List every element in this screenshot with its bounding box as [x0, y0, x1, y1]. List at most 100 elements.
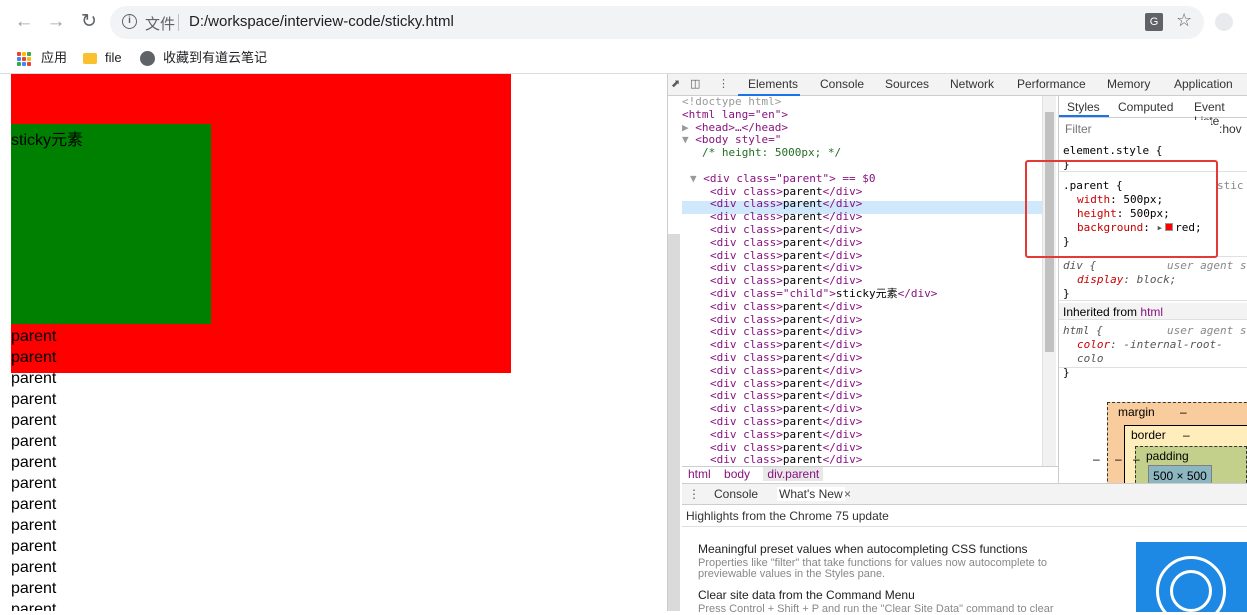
dom-token: <div class> [710, 376, 783, 390]
inspect-element-icon[interactable]: ⬈ [671, 77, 680, 90]
reload-icon[interactable]: ↻ [78, 11, 100, 33]
html-ua-rule[interactable]: html { user agent s color: -internal-root… [1059, 322, 1247, 379]
html-selector: html { [1063, 324, 1103, 337]
parent-rule-source[interactable]: stic [1217, 179, 1244, 193]
dom-token: </div> [822, 222, 863, 236]
sticky-child-text: sticky元素 [11, 132, 84, 149]
dom-doctype[interactable]: <!doctype html> [682, 96, 1042, 109]
dom-token: </div> [822, 197, 863, 211]
breadcrumb-div-parent[interactable]: div.parent [763, 467, 824, 481]
drawer-menu-icon[interactable]: ⋮ [688, 487, 700, 501]
dom-scrollbar[interactable] [1042, 96, 1056, 466]
tab-application[interactable]: Application [1174, 77, 1233, 91]
expand-triangle-icon[interactable]: ▶ [682, 121, 695, 134]
dom-token: parent [782, 274, 823, 288]
box-model-margin[interactable]: margin – border – padding 500 × 500 – [1107, 402, 1247, 483]
extension-icon[interactable] [1215, 13, 1233, 31]
bookmark-file[interactable]: file [83, 47, 122, 69]
drawer-tab-whats-new[interactable]: What's New [777, 487, 845, 501]
tab-performance[interactable]: Performance [1017, 77, 1086, 91]
dom-head-text: <head>…</head> [695, 120, 788, 134]
dom-token: sticky元素 [835, 286, 898, 300]
forward-arrow-icon[interactable]: → [45, 11, 67, 33]
dom-token: </div> [822, 453, 863, 466]
dom-token: </div> [822, 312, 863, 326]
breadcrumb-html[interactable]: html [688, 467, 711, 481]
dom-token: parent [782, 235, 823, 249]
dom-token: parent [782, 389, 823, 403]
dom-token: </div> [822, 235, 863, 249]
tab-sources[interactable]: Sources [885, 77, 929, 91]
whats-new-heading: Highlights from the Chrome 75 update [682, 505, 1247, 527]
info-icon[interactable]: i [122, 14, 137, 29]
styles-filter-input[interactable]: Filter [1061, 120, 1211, 138]
news-item-title[interactable]: Meaningful preset values when autocomple… [698, 542, 1028, 556]
html-rule-close: } [1063, 366, 1070, 379]
dom-token: </div> [822, 376, 863, 390]
prop-color: color: -internal-root-colo [1077, 338, 1223, 365]
dom-token: parent [782, 312, 823, 326]
box-model: margin – border – padding 500 × 500 – – … [1059, 392, 1247, 483]
dom-token: <div class> [710, 299, 783, 313]
tab-console[interactable]: Console [820, 77, 864, 91]
dom-token: <div class> [710, 197, 783, 211]
dom-token: <div class> [710, 427, 783, 441]
dom-token: <div class> [710, 440, 783, 454]
dom-token: <div class> [710, 389, 783, 403]
dom-token: parent [782, 248, 823, 262]
bookmark-label: 收藏到有道云笔记 [163, 50, 268, 65]
dom-token: parent [782, 222, 823, 236]
prop-value: block; [1136, 273, 1177, 286]
omnibox-url[interactable]: D:/workspace/interview-code/sticky.html [189, 13, 454, 30]
close-icon[interactable]: × [844, 487, 851, 501]
prop-display: display: block; [1077, 273, 1177, 286]
tab-network[interactable]: Network [950, 77, 994, 91]
folder-icon [83, 53, 97, 65]
device-toggle-icon[interactable]: ◫ [690, 77, 700, 90]
menu-dots-icon[interactable]: ⋮ [718, 77, 729, 90]
inherited-tag[interactable]: html [1140, 305, 1163, 319]
tab-elements[interactable]: Elements [748, 77, 798, 91]
tab-memory[interactable]: Memory [1107, 77, 1150, 91]
dom-row-parent[interactable]: <div class>parent</div> [682, 453, 1042, 466]
devtools-panel: ⬈ ◫ ⋮ Elements Console Sources Network P… [667, 74, 1247, 615]
ua-label: user agent s [1167, 324, 1247, 337]
omnibox[interactable]: i 文件 D:/workspace/interview-code/sticky.… [110, 6, 1204, 39]
dom-token: <div class> [710, 274, 783, 288]
bookmark-youdao[interactable]: 收藏到有道云笔记 [140, 47, 267, 69]
box-model-padding[interactable]: padding 500 × 500 – [1135, 446, 1247, 483]
box-model-content[interactable]: 500 × 500 [1148, 465, 1212, 483]
bookmark-apps[interactable]: 应用 [17, 47, 67, 69]
parent-text-line: parent [11, 454, 57, 471]
tab-computed[interactable]: Computed [1118, 100, 1173, 114]
breadcrumb-body[interactable]: body [724, 467, 750, 481]
breadcrumb: html body div.parent [682, 466, 1058, 483]
hov-toggle[interactable]: :hov [1219, 120, 1242, 138]
page-scrollbar[interactable] [668, 234, 680, 611]
dom-token: parent [782, 210, 823, 224]
back-arrow-icon[interactable]: ← [13, 11, 35, 33]
div-ua-rule[interactable]: div {user agent s display: block; } [1059, 257, 1247, 301]
dom-token: </div> [822, 274, 863, 288]
drawer-tab-console[interactable]: Console [714, 487, 758, 501]
dom-token: <div class> [710, 222, 783, 236]
box-model-border[interactable]: border – padding 500 × 500 – [1124, 425, 1247, 483]
div-selector: div { [1063, 259, 1097, 272]
dom-token: </div> [822, 389, 863, 403]
collapse-triangle-icon[interactable]: ▼ [682, 133, 695, 146]
annotation-highlight-box [1025, 160, 1218, 258]
styles-pane: Styles Computed Event Liste Filter :hov … [1058, 96, 1247, 483]
tab-styles[interactable]: Styles [1067, 100, 1100, 114]
translate-icon[interactable]: G [1145, 13, 1163, 31]
dom-tree[interactable]: <!doctype html> <html lang="en"> ▶ <head… [682, 96, 1042, 466]
news-item-title[interactable]: Clear site data from the Command Menu [698, 588, 915, 602]
ua-label: user agent s [1167, 259, 1247, 272]
star-icon[interactable]: ☆ [1176, 10, 1192, 31]
browser-chrome: ← → ↻ i 文件 D:/workspace/interview-code/s… [0, 0, 1247, 74]
collapse-triangle-icon[interactable]: ▼ [690, 172, 703, 185]
parent-text-line: parent [11, 601, 57, 611]
dom-token: <div class> [710, 350, 783, 364]
border-label: border [1131, 428, 1166, 442]
parent-text-line: parent [11, 370, 57, 387]
dom-token: parent [782, 197, 823, 211]
